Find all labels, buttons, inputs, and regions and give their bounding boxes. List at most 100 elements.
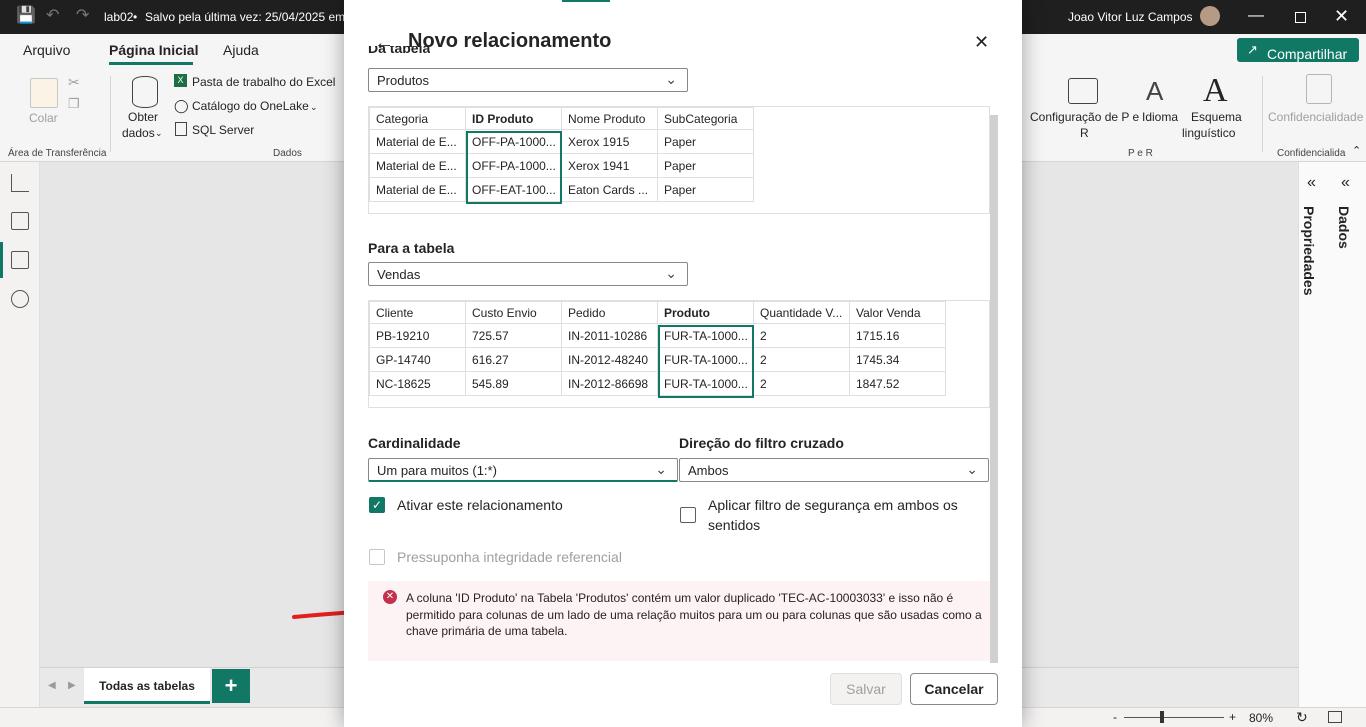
table-cell[interactable]: Paper <box>657 153 754 178</box>
table-cell[interactable]: IN-2012-48240 <box>561 347 658 372</box>
table-cell[interactable]: Material de E... <box>369 153 466 178</box>
from-table-select[interactable]: Produtos ⌄ <box>368 68 688 92</box>
dados-dropdown[interactable]: dados <box>122 126 155 140</box>
table-cell[interactable]: 1847.52 <box>849 371 946 396</box>
table-cell[interactable]: Material de E... <box>369 177 466 202</box>
zoom-in-icon[interactable]: + <box>1229 710 1236 724</box>
activate-checkbox[interactable]: ✓ <box>369 497 385 513</box>
sensitivity-icon[interactable] <box>1306 74 1332 104</box>
table-cell[interactable]: Paper <box>657 177 754 202</box>
table-cell[interactable]: IN-2011-10286 <box>561 323 658 348</box>
sensitivity-button[interactable]: Confidencialidade <box>1268 110 1363 124</box>
table-cell[interactable]: OFF-PA-1000... <box>465 129 562 154</box>
integrity-checkbox[interactable] <box>369 549 385 565</box>
table-cell[interactable]: Material de E... <box>369 129 466 154</box>
column-header[interactable]: Produto <box>657 301 754 324</box>
table-cell[interactable]: 725.57 <box>465 323 562 348</box>
security-filter-checkbox[interactable] <box>680 507 696 523</box>
table-cell[interactable]: 2 <box>753 323 850 348</box>
data-pane-label[interactable]: Dados <box>1336 206 1352 249</box>
cancel-button[interactable]: Cancelar <box>910 673 998 705</box>
undo-icon[interactable]: ↶ <box>46 8 59 24</box>
table-cell[interactable]: FUR-TA-1000... <box>657 371 754 396</box>
qa-setup-label[interactable]: Configuração de P e <box>1030 110 1139 124</box>
table-cell[interactable]: 1745.34 <box>849 347 946 372</box>
dialog-scrollbar[interactable] <box>990 115 998 663</box>
table-cell[interactable]: PB-19210 <box>369 323 466 348</box>
expand-data-icon[interactable]: « <box>1341 174 1350 192</box>
onelake-button[interactable]: Catálogo do OneLake <box>192 99 309 113</box>
table-cell[interactable]: 2 <box>753 371 850 396</box>
fit-to-screen-icon[interactable] <box>1328 711 1342 723</box>
column-header[interactable]: Valor Venda <box>849 301 946 324</box>
table-cell[interactable]: NC-18625 <box>369 371 466 396</box>
zoom-out-icon[interactable]: - <box>1113 710 1117 724</box>
model-view-icon[interactable] <box>11 251 29 269</box>
tab-pagina-inicial[interactable]: Página Inicial <box>109 42 198 58</box>
scroll-right-icon[interactable]: ▶ <box>68 680 76 691</box>
column-header[interactable]: Pedido <box>561 301 658 324</box>
column-header[interactable]: Nome Produto <box>561 107 658 130</box>
zoom-slider[interactable] <box>1124 717 1224 718</box>
table-cell[interactable]: 545.89 <box>465 371 562 396</box>
database-icon[interactable] <box>132 76 158 108</box>
add-layout-button[interactable]: + <box>212 669 250 703</box>
cross-filter-select[interactable]: Ambos ⌄ <box>679 458 989 482</box>
language-icon[interactable]: A <box>1146 76 1163 107</box>
column-header[interactable]: Quantidade V... <box>753 301 850 324</box>
sql-button[interactable]: SQL Server <box>192 123 254 137</box>
collapse-ribbon-icon[interactable]: ⌃ <box>1352 144 1361 157</box>
table-cell[interactable]: Paper <box>657 129 754 154</box>
paste-icon[interactable] <box>30 78 58 108</box>
excel-button[interactable]: Pasta de trabalho do Excel <box>192 75 335 89</box>
table-cell[interactable]: FUR-TA-1000... <box>657 347 754 372</box>
table-cell[interactable]: OFF-PA-1000... <box>465 153 562 178</box>
close-icon[interactable]: ✕ <box>974 32 989 53</box>
avatar[interactable] <box>1200 6 1220 26</box>
table-cell[interactable]: FUR-TA-1000... <box>657 323 754 348</box>
maximize-icon[interactable] <box>1295 12 1306 23</box>
tab-all-tables[interactable]: Todas as tabelas <box>84 668 210 704</box>
redo-icon[interactable]: ↷ <box>76 8 89 24</box>
linguistic-schema-button[interactable]: linguístico <box>1182 126 1235 140</box>
column-header[interactable]: Categoria <box>369 107 466 130</box>
report-view-icon[interactable] <box>11 174 29 192</box>
reset-icon[interactable]: ↻ <box>1296 709 1308 726</box>
from-table-grid[interactable]: Categoria ID Produto Nome Produto SubCatego… <box>369 107 754 202</box>
table-cell[interactable]: IN-2012-86698 <box>561 371 658 396</box>
table-cell[interactable]: 2 <box>753 347 850 372</box>
share-button[interactable]: ↗ Compartilhar <box>1237 38 1359 62</box>
table-cell[interactable]: GP-14740 <box>369 347 466 372</box>
error-text: A coluna 'ID Produto' na Tabela 'Produto… <box>406 591 982 638</box>
table-cell[interactable]: Xerox 1941 <box>561 153 658 178</box>
copy-icon[interactable]: ❐ <box>68 96 80 112</box>
to-table-select[interactable]: Vendas ⌄ <box>368 262 688 286</box>
properties-pane-label[interactable]: Propriedades <box>1301 206 1317 295</box>
to-table-grid[interactable]: Cliente Custo Envio Pedido Produto Quantidad… <box>369 301 946 396</box>
linguistic-schema-icon[interactable]: A <box>1203 72 1228 110</box>
table-cell[interactable]: 1715.16 <box>849 323 946 348</box>
table-cell[interactable]: Eaton Cards ... <box>561 177 658 202</box>
column-header[interactable]: SubCategoria <box>657 107 754 130</box>
scroll-left-icon[interactable]: ◀ <box>48 680 56 691</box>
save-icon[interactable]: 💾 <box>16 8 36 24</box>
column-header[interactable]: Cliente <box>369 301 466 324</box>
qa-setup-icon[interactable] <box>1068 78 1098 104</box>
table-cell[interactable]: OFF-EAT-100... <box>465 177 562 202</box>
table-view-icon[interactable] <box>11 212 29 230</box>
save-button[interactable]: Salvar <box>830 673 902 705</box>
close-window-icon[interactable]: ✕ <box>1334 7 1349 25</box>
table-cell[interactable]: 616.27 <box>465 347 562 372</box>
zoom-thumb[interactable] <box>1160 711 1164 723</box>
tab-ajuda[interactable]: Ajuda <box>223 42 259 58</box>
tab-arquivo[interactable]: Arquivo <box>23 42 70 58</box>
minimize-icon[interactable]: — <box>1248 8 1264 24</box>
column-header[interactable]: ID Produto <box>465 107 562 130</box>
language-button[interactable]: Idioma <box>1142 110 1178 124</box>
cardinality-select[interactable]: Um para muitos (1:*) ⌄ <box>368 458 678 482</box>
column-header[interactable]: Custo Envio <box>465 301 562 324</box>
dax-query-icon[interactable] <box>11 290 29 308</box>
table-cell[interactable]: Xerox 1915 <box>561 129 658 154</box>
expand-properties-icon[interactable]: « <box>1307 174 1316 192</box>
cut-icon[interactable]: ✂ <box>68 74 80 91</box>
